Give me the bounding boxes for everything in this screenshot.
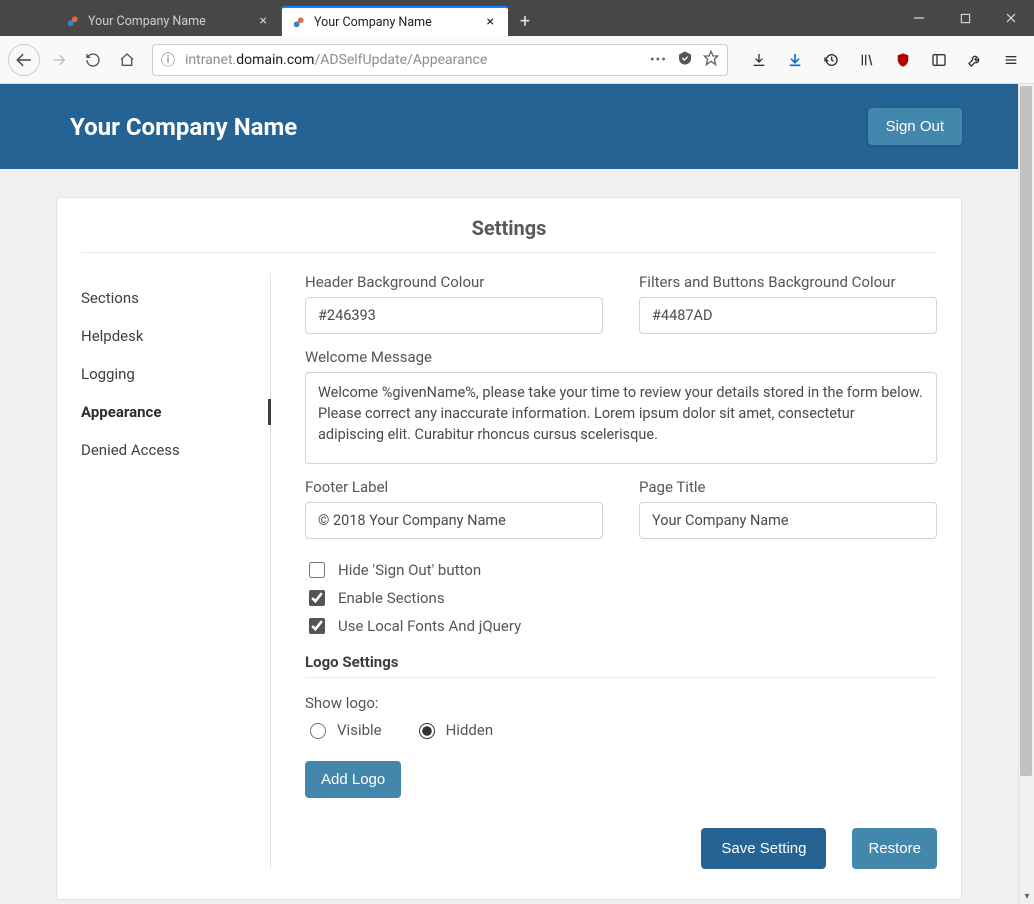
- window-controls: [896, 0, 1034, 36]
- home-button[interactable]: [112, 45, 142, 75]
- nav-logging[interactable]: Logging: [81, 355, 270, 393]
- hide-signout-check[interactable]: Hide 'Sign Out' button: [305, 559, 937, 581]
- devtools-button[interactable]: [960, 45, 990, 75]
- favicon-icon: [66, 14, 80, 28]
- viewport: Your Company Name Sign Out Settings Sect…: [0, 84, 1034, 904]
- show-logo-label: Show logo:: [305, 694, 937, 712]
- ublock-icon[interactable]: [888, 45, 918, 75]
- footer-label-input[interactable]: [305, 502, 603, 539]
- settings-nav: Sections Helpdesk Logging Appearance Den…: [81, 273, 271, 869]
- logo-settings-heading: Logo Settings: [305, 653, 937, 678]
- page-title-input[interactable]: [639, 502, 937, 539]
- maximize-button[interactable]: [942, 0, 988, 36]
- page-actions-icon[interactable]: •••: [650, 52, 667, 68]
- welcome-textarea[interactable]: Welcome %givenName%, please take your ti…: [305, 372, 937, 464]
- nav-denied-access[interactable]: Denied Access: [81, 431, 270, 469]
- add-logo-button[interactable]: Add Logo: [305, 761, 401, 798]
- form-actions: Save Setting Restore: [305, 828, 937, 869]
- forward-button[interactable]: [44, 45, 74, 75]
- settings-card: Settings Sections Helpdesk Logging Appea…: [56, 197, 962, 900]
- scroll-down-icon[interactable]: ▾: [1019, 888, 1034, 904]
- footer-label-label: Footer Label: [305, 478, 603, 496]
- page-title-label: Page Title: [639, 478, 937, 496]
- signout-button[interactable]: Sign Out: [868, 108, 962, 145]
- url-text: intranet.domain.com/ADSelfUpdate/Appeara…: [185, 52, 650, 68]
- nav-helpdesk[interactable]: Helpdesk: [81, 317, 270, 355]
- settings-main: Header Background Colour Filters and But…: [271, 273, 937, 869]
- url-bar-actions: •••: [650, 50, 719, 70]
- welcome-label: Welcome Message: [305, 348, 937, 366]
- reload-button[interactable]: [78, 45, 108, 75]
- new-tab-button[interactable]: +: [508, 6, 542, 36]
- page: Your Company Name Sign Out Settings Sect…: [0, 84, 1018, 904]
- logo-visible-option[interactable]: Visible: [305, 720, 382, 739]
- library-button[interactable]: [852, 45, 882, 75]
- scrollbar[interactable]: ▾: [1018, 84, 1034, 904]
- window-close-button[interactable]: [988, 0, 1034, 36]
- settings-title: Settings: [81, 216, 937, 253]
- enable-sections-label: Enable Sections: [338, 589, 445, 607]
- logo-hidden-option[interactable]: Hidden: [414, 720, 494, 739]
- logo-visible-label: Visible: [337, 721, 382, 739]
- local-fonts-label: Use Local Fonts And jQuery: [338, 617, 521, 635]
- save-button[interactable]: Save Setting: [701, 828, 826, 869]
- extensions-area: [744, 45, 1026, 75]
- hide-signout-checkbox[interactable]: [309, 562, 325, 578]
- nav-appearance[interactable]: Appearance: [81, 393, 270, 431]
- nav-sections[interactable]: Sections: [81, 279, 270, 317]
- logo-visible-radio[interactable]: [310, 723, 326, 739]
- bookmark-icon[interactable]: [703, 50, 719, 70]
- site-info-icon[interactable]: ⓘ: [161, 50, 175, 70]
- close-icon[interactable]: ×: [483, 15, 498, 29]
- minimize-button[interactable]: [896, 0, 942, 36]
- enable-sections-check[interactable]: Enable Sections: [305, 587, 937, 609]
- browser-tab-active[interactable]: Your Company Name ×: [282, 6, 508, 36]
- pocket-icon[interactable]: [677, 50, 693, 70]
- filters-bg-label: Filters and Buttons Background Colour: [639, 273, 937, 291]
- sidebar-button[interactable]: [924, 45, 954, 75]
- scrollbar-thumb[interactable]: [1020, 86, 1032, 776]
- filters-bg-input[interactable]: [639, 297, 937, 334]
- close-icon[interactable]: ×: [256, 14, 271, 28]
- tab-title: Your Company Name: [314, 15, 432, 30]
- restore-button[interactable]: Restore: [852, 828, 937, 869]
- menu-button[interactable]: [996, 45, 1026, 75]
- back-button[interactable]: [8, 44, 40, 76]
- company-name: Your Company Name: [70, 113, 297, 141]
- browser-tab-inactive[interactable]: Your Company Name ×: [56, 6, 282, 36]
- enable-sections-checkbox[interactable]: [309, 590, 325, 606]
- logo-hidden-label: Hidden: [446, 721, 494, 739]
- tab-title: Your Company Name: [88, 14, 206, 29]
- settings-content: Sections Helpdesk Logging Appearance Den…: [81, 273, 937, 869]
- history-button[interactable]: [816, 45, 846, 75]
- header-bg-input[interactable]: [305, 297, 603, 334]
- header-bg-label: Header Background Colour: [305, 273, 603, 291]
- page-header: Your Company Name Sign Out: [0, 84, 1018, 169]
- favicon-icon: [292, 15, 306, 29]
- hide-signout-label: Hide 'Sign Out' button: [338, 561, 481, 579]
- downloads-indicator-icon[interactable]: [780, 45, 810, 75]
- browser-toolbar: ⓘ intranet.domain.com/ADSelfUpdate/Appea…: [0, 36, 1034, 84]
- url-bar[interactable]: ⓘ intranet.domain.com/ADSelfUpdate/Appea…: [152, 44, 728, 76]
- browser-tabbar: Your Company Name × Your Company Name × …: [0, 0, 1034, 36]
- downloads-button[interactable]: [744, 45, 774, 75]
- logo-hidden-radio[interactable]: [419, 723, 435, 739]
- local-fonts-checkbox[interactable]: [309, 618, 325, 634]
- local-fonts-check[interactable]: Use Local Fonts And jQuery: [305, 615, 937, 637]
